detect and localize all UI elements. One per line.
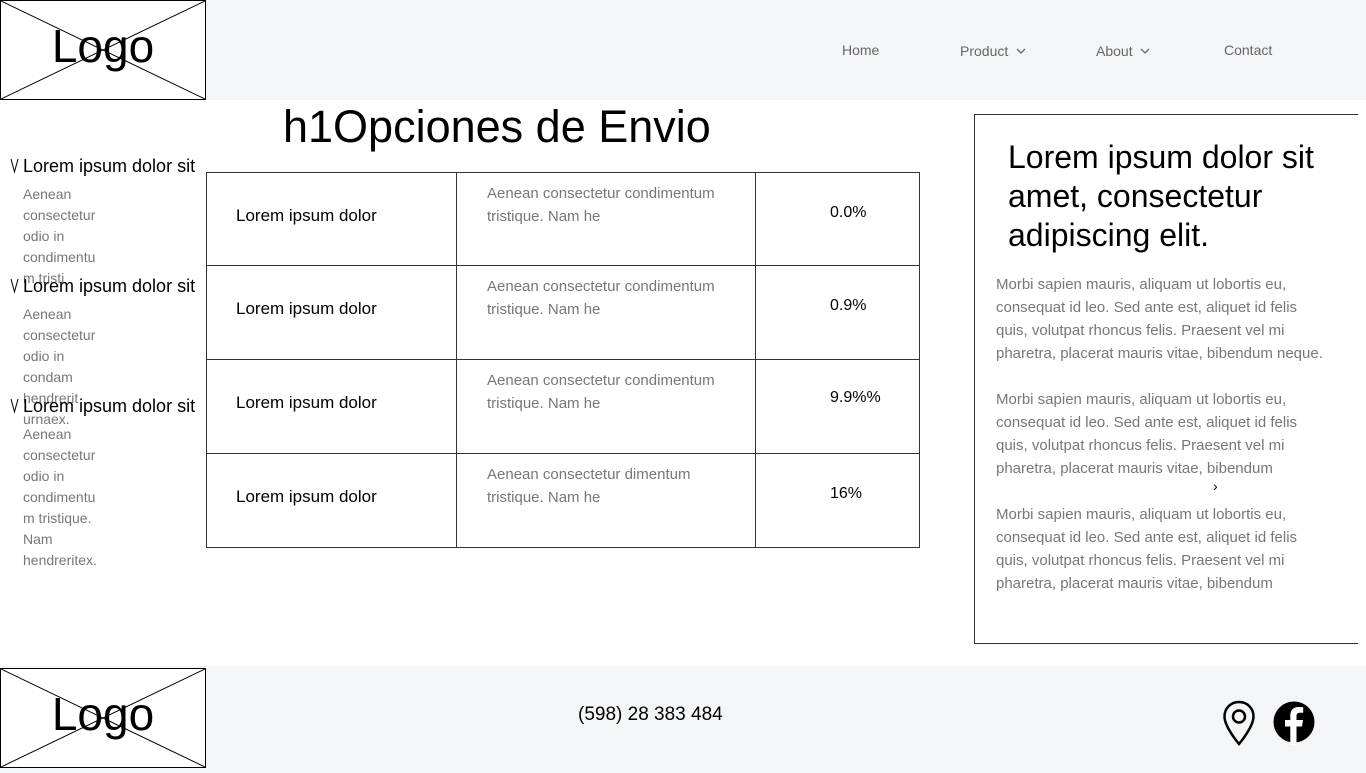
nav-product[interactable]: Product [960, 42, 1026, 59]
chevron-down-icon [10, 398, 20, 419]
nav-label: About [1096, 43, 1133, 59]
table-cell-name: Lorem ipsum dolor [206, 359, 457, 454]
phone-number[interactable]: (598) 28 383 484 [578, 704, 723, 726]
table-cell-desc: Aenean consectetur condimentum tristique… [456, 265, 756, 360]
chevron-down-icon [10, 278, 20, 299]
table-cell-value: 9.9%% [755, 359, 920, 454]
card-paragraph-3: Morbi sapien mauris, aliquam ut lobortis… [996, 506, 1298, 592]
accordion-header-2[interactable]: Lorem ipsum dolor sit [10, 276, 195, 299]
nav-about[interactable]: About [1096, 42, 1150, 59]
accordion-body-3: Aenean consectetur odio in condimentu m … [23, 426, 97, 568]
table-cell-name: Lorem ipsum dolor [206, 265, 457, 360]
footer-logo[interactable]: Logo [0, 668, 206, 768]
table-cell-desc: Aenean consectetur condimentum tristique… [456, 172, 756, 267]
accordion-title: Lorem ipsum dolor sit [23, 396, 196, 416]
chevron-right-icon[interactable]: › [1213, 478, 1218, 494]
nav-label: Home [842, 42, 880, 58]
facebook-icon[interactable] [1273, 699, 1315, 750]
header-logo[interactable]: Logo [0, 0, 206, 100]
accordion-title: Lorem ipsum dolor sit [23, 156, 196, 176]
table-cell-value: 0.0% [755, 172, 920, 267]
nav-label: Contact [1224, 42, 1273, 58]
card-paragraph-1: Morbi sapien mauris, aliquam ut lobortis… [996, 276, 1323, 362]
table-cell-desc: Aenean consectetur condimentum tristique… [456, 359, 756, 454]
chevron-down-icon [1016, 42, 1026, 58]
table-cell-value: 0.9% [755, 265, 920, 360]
chevron-down-icon [10, 158, 20, 179]
map-pin-icon[interactable] [1222, 700, 1256, 751]
logo-text: Logo [51, 20, 155, 72]
card-title: Lorem ipsum dolor sit amet, consectetur … [1008, 139, 1314, 253]
table-cell-desc: Aenean consectetur dimentum tristique. N… [456, 453, 756, 548]
card-paragraph-2: Morbi sapien mauris, aliquam ut lobortis… [996, 391, 1298, 477]
table-cell-name: Lorem ipsum dolor [206, 453, 457, 548]
accordion-body-1: Aenean consectetur odio in condimentu m … [23, 186, 96, 284]
chevron-down-icon [1140, 42, 1150, 58]
table-cell-value: 16% [755, 453, 920, 548]
accordion-title: Lorem ipsum dolor sit [23, 276, 196, 296]
accordion-header-1[interactable]: Lorem ipsum dolor sit [10, 156, 195, 179]
table-cell-name: Lorem ipsum dolor [206, 172, 457, 267]
accordion-header-3[interactable]: Lorem ipsum dolor sit [10, 396, 195, 419]
nav-home[interactable]: Home [842, 42, 879, 58]
page-title: h1Opciones de Envio [283, 101, 711, 152]
shipping-options-table: Lorem ipsum dolor Aenean consectetur con… [206, 172, 920, 548]
nav-contact[interactable]: Contact [1224, 42, 1272, 58]
logo-text: Logo [51, 688, 155, 740]
nav-label: Product [960, 43, 1009, 59]
